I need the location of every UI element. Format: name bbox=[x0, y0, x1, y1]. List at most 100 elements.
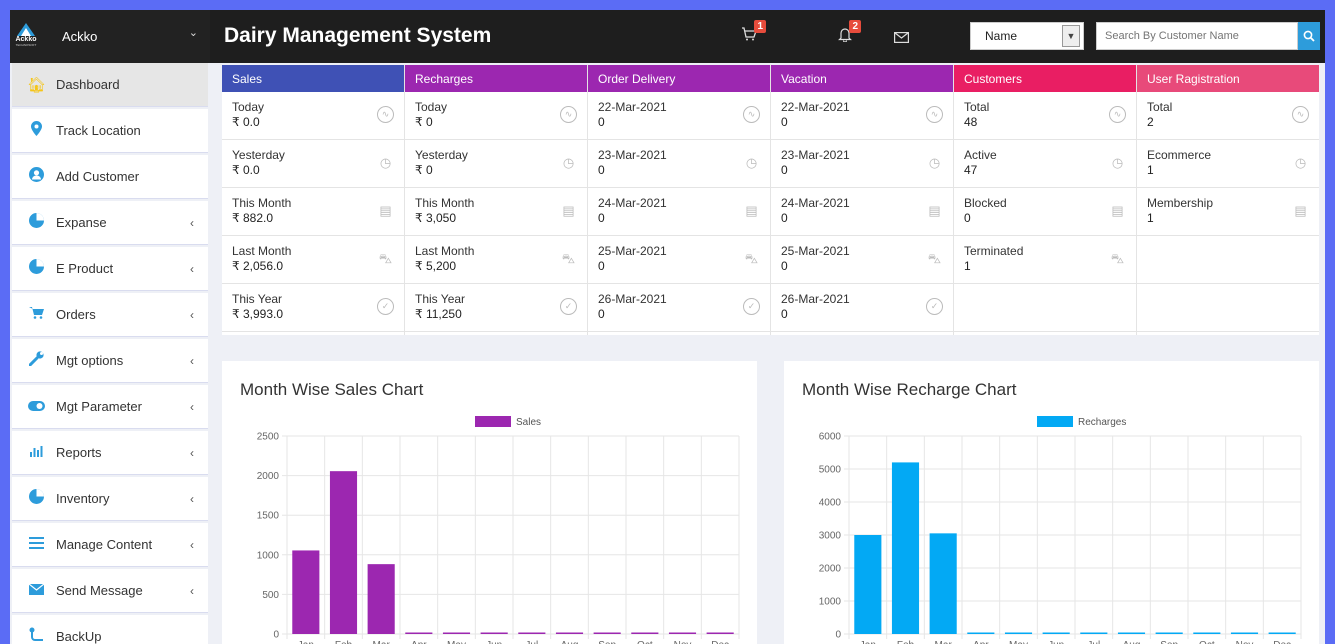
chart-bar bbox=[480, 632, 508, 634]
stat-cell bbox=[1137, 236, 1319, 284]
clock-icon: ◷ bbox=[1294, 155, 1307, 170]
stat-column-header: User Ragistration bbox=[1137, 65, 1319, 92]
stat-column: Vacation 22-Mar-2021 0 ∿ 23-Mar-2021 0 ◷ 24-Mar… bbox=[771, 65, 954, 335]
calendar-icon: ▤ bbox=[379, 203, 392, 218]
sidebar-item-label: Inventory bbox=[56, 491, 110, 506]
sidebar-item-label: Manage Content bbox=[56, 537, 153, 552]
notification-button[interactable]: 2 bbox=[838, 20, 861, 46]
clock-icon: ◷ bbox=[379, 155, 392, 170]
stat-cell: 26-Mar-2021 0 ✓ bbox=[771, 284, 953, 332]
sidebar-item-label: Reports bbox=[56, 445, 102, 460]
chevron-left-icon: ‹ bbox=[190, 307, 194, 322]
x-tick-label: Aug bbox=[1123, 640, 1141, 644]
x-tick-label: Jun bbox=[486, 640, 502, 644]
x-tick-label: Oct bbox=[1199, 640, 1215, 644]
chevron-left-icon: ‹ bbox=[190, 353, 194, 368]
chart-bar bbox=[854, 535, 882, 634]
page-title: Dairy Management System bbox=[224, 24, 492, 47]
chevron-down-icon[interactable]: ⌄ bbox=[189, 26, 198, 39]
logo-subtext: TECHNOSOFT bbox=[15, 42, 37, 47]
chart-bar bbox=[405, 632, 433, 634]
notification-badge: 2 bbox=[849, 20, 861, 33]
recharge-chart-card: Month Wise Recharge Chart Recharges 0 1000… bbox=[784, 361, 1319, 644]
chart-bar bbox=[668, 632, 697, 634]
search-type-select[interactable]: Name ▼ bbox=[970, 22, 1084, 50]
sidebar-item-send-message[interactable]: Send Message ‹ bbox=[12, 569, 208, 613]
stat-column: Recharges Today ₹ 0 ∿ Yesterday ₹ 0 ◷ This Mont… bbox=[405, 65, 588, 335]
messages-button[interactable] bbox=[894, 30, 910, 47]
y-tick-label: 6000 bbox=[819, 432, 842, 443]
x-tick-label: Feb bbox=[335, 640, 353, 644]
stat-cell: Ecommerce 1 ◷ bbox=[1137, 140, 1319, 188]
sidebar-item-label: E Product bbox=[56, 261, 114, 276]
chart-bar bbox=[967, 632, 995, 634]
stat-cell: 22-Mar-2021 0 ∿ bbox=[588, 92, 770, 140]
x-tick-label: Apr bbox=[973, 640, 989, 644]
y-tick-label: 0 bbox=[835, 630, 841, 641]
clock-icon: ◷ bbox=[745, 155, 758, 170]
logo-triangle-icon bbox=[17, 22, 35, 36]
sidebar-item-reports[interactable]: Reports ‹ bbox=[12, 431, 208, 475]
brand-area[interactable]: Ackko TECHNOSOFT Ackko ⌄ bbox=[10, 10, 210, 63]
chevron-left-icon: ‹ bbox=[190, 537, 194, 552]
y-tick-label: 3000 bbox=[819, 531, 842, 542]
brand-name: Ackko bbox=[62, 29, 98, 44]
chart-bar bbox=[1268, 632, 1296, 634]
sidebar-item-expanse[interactable]: Expanse ‹ bbox=[12, 201, 208, 245]
sidebar-item-mgt-options[interactable]: Mgt options ‹ bbox=[12, 339, 208, 383]
stat-cell: 22-Mar-2021 0 ∿ bbox=[771, 92, 953, 140]
stat-cell: Active 47 ◷ bbox=[954, 140, 1136, 188]
search-icon bbox=[1303, 30, 1315, 42]
chart-bar bbox=[1193, 632, 1221, 634]
sidebar-item-manage-content[interactable]: Manage Content ‹ bbox=[12, 523, 208, 567]
stat-cell: This Year ₹ 3,993.0 ✓ bbox=[222, 284, 404, 332]
stat-cell: Last Month ₹ 2,056.0 ⛍ bbox=[222, 236, 404, 284]
sidebar-item-mgt-parameter[interactable]: Mgt Parameter ‹ bbox=[12, 385, 208, 429]
sidebar-item-orders[interactable]: Orders ‹ bbox=[12, 293, 208, 337]
customer-search-input[interactable] bbox=[1096, 22, 1298, 50]
stat-column-header: Recharges bbox=[405, 65, 587, 92]
sidebar-item-label: Mgt options bbox=[56, 353, 124, 368]
chart-icon: ∿ bbox=[926, 106, 943, 123]
x-tick-label: Nov bbox=[1236, 640, 1254, 644]
calendar-icon: ▤ bbox=[1111, 203, 1124, 218]
chevron-left-icon: ‹ bbox=[190, 215, 194, 230]
stat-column: Sales Today ₹ 0.0 ∿ Yesterday ₹ 0.0 ◷ This Mont… bbox=[222, 65, 405, 335]
chart-icon: ∿ bbox=[743, 106, 760, 123]
legend-label: Recharges bbox=[1078, 417, 1126, 428]
stat-cell: 25-Mar-2021 0 ⛍ bbox=[588, 236, 770, 284]
check-icon: ✓ bbox=[560, 298, 577, 315]
cart-icon: ⛍ bbox=[927, 251, 942, 266]
chart-bar bbox=[929, 533, 957, 634]
sidebar-item-backup[interactable]: BackUp bbox=[12, 615, 208, 644]
menu-icon bbox=[27, 536, 45, 553]
cart-button[interactable]: 1 bbox=[741, 20, 766, 45]
cart-icon bbox=[27, 306, 45, 323]
sidebar-item-track-location[interactable]: Track Location bbox=[12, 109, 208, 153]
x-tick-label: Jan bbox=[860, 640, 876, 644]
sidebar-item-dashboard[interactable]: 🏠︎ Dashboard bbox=[12, 63, 208, 107]
search-button[interactable] bbox=[1298, 22, 1320, 50]
x-tick-label: Oct bbox=[637, 640, 653, 644]
chart-icon: ∿ bbox=[1292, 106, 1309, 123]
y-tick-label: 1000 bbox=[257, 550, 280, 561]
recharge-chart: Recharges 0 1000 2000 3000 4000 5000 6000 Jan Feb… bbox=[819, 416, 1302, 644]
chart-bar bbox=[706, 632, 734, 634]
sidebar-item-inventory[interactable]: Inventory ‹ bbox=[12, 477, 208, 521]
y-tick-label: 0 bbox=[273, 630, 279, 641]
chevron-left-icon: ‹ bbox=[190, 445, 194, 460]
y-tick-label: 5000 bbox=[819, 465, 842, 476]
sidebar-item-e-product[interactable]: E Product ‹ bbox=[12, 247, 208, 291]
x-tick-label: Mar bbox=[935, 640, 953, 644]
stat-cell: Membership 1 ▤ bbox=[1137, 188, 1319, 236]
stat-cell: 24-Mar-2021 0 ▤ bbox=[588, 188, 770, 236]
sidebar-item-add-customer[interactable]: Add Customer bbox=[12, 155, 208, 199]
stat-cell: Yesterday ₹ 0.0 ◷ bbox=[222, 140, 404, 188]
map-pin-icon bbox=[27, 121, 45, 140]
chevron-left-icon: ‹ bbox=[190, 583, 194, 598]
sidebar-item-label: Send Message bbox=[56, 583, 143, 598]
chart-bar bbox=[442, 632, 471, 634]
check-icon: ✓ bbox=[377, 298, 394, 315]
cart-icon: ⛍ bbox=[1110, 251, 1125, 266]
stat-column: Order Delivery 22-Mar-2021 0 ∿ 23-Mar-2021 0 ◷… bbox=[588, 65, 771, 335]
